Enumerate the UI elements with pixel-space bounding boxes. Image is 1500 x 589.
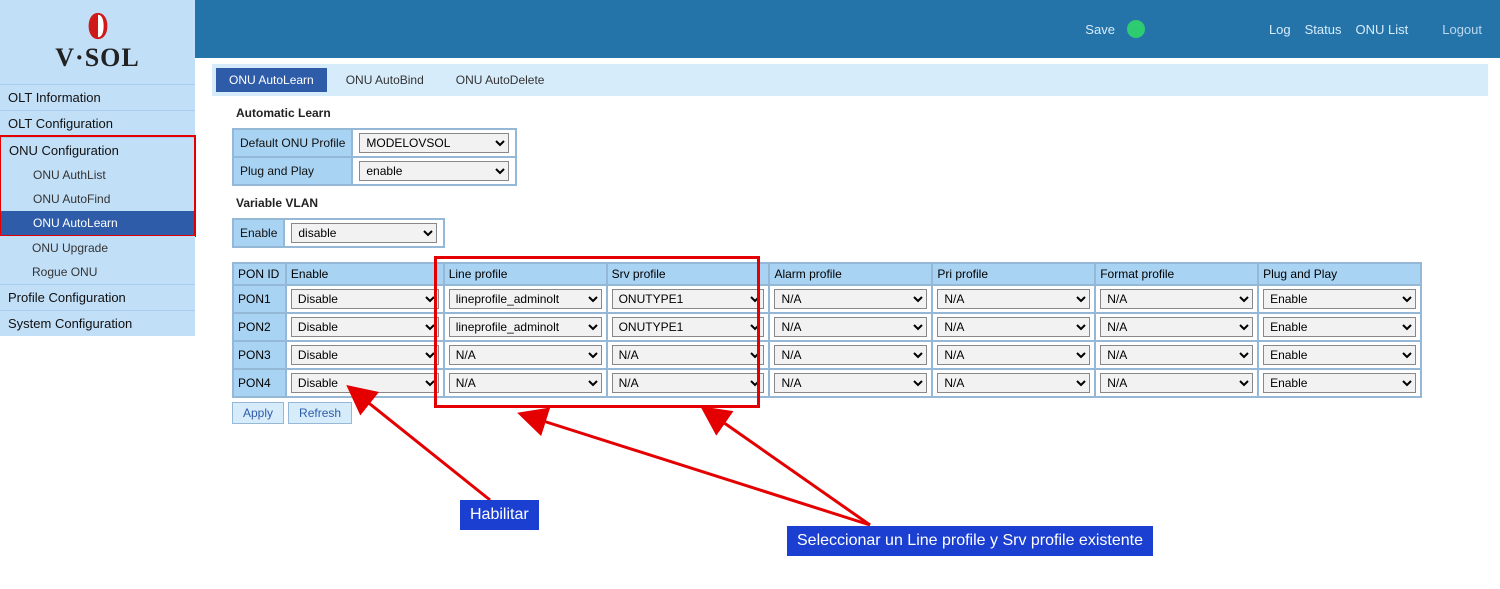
vv-enable-select[interactable]: disable — [291, 223, 437, 243]
table-row: PON2 Disable lineprofile_adminolt ONUTYP… — [233, 313, 1421, 341]
sidebar-item-onu-autolearn[interactable]: ONU AutoLearn — [1, 211, 194, 235]
pon-id-cell: PON1 — [233, 285, 286, 313]
top-header: Save Log Status ONU List Logout — [195, 0, 1500, 58]
alarmprofile-select-pon1[interactable]: N/A — [774, 289, 927, 309]
save-label: Save — [1085, 22, 1115, 37]
lineprofile-select-pon3[interactable]: N/A — [449, 345, 602, 365]
status-link[interactable]: Status — [1305, 22, 1342, 37]
logo-area: V·SOL — [0, 0, 195, 84]
plugplay-select-pon4[interactable]: Enable — [1263, 373, 1416, 393]
logo-text: V·SOL — [55, 43, 139, 73]
pon-id-cell: PON4 — [233, 369, 286, 397]
vv-enable-label: Enable — [233, 219, 284, 247]
priprofile-select-pon1[interactable]: N/A — [937, 289, 1090, 309]
action-button-row: Apply Refresh — [232, 402, 1488, 424]
grid-h-plugandplay: Plug and Play — [1258, 263, 1421, 285]
tab-onu-autodelete[interactable]: ONU AutoDelete — [443, 68, 558, 92]
log-link[interactable]: Log — [1269, 22, 1291, 37]
grid-h-srvprofile: Srv profile — [607, 263, 770, 285]
annotation-label-seleccionar: Seleccionar un Line profile y Srv profil… — [787, 526, 1153, 556]
apply-button[interactable]: Apply — [232, 402, 284, 424]
formatprofile-select-pon1[interactable]: N/A — [1100, 289, 1253, 309]
variable-vlan-title: Variable VLAN — [236, 196, 1488, 210]
srvprofile-select-pon2[interactable]: ONUTYPE1 — [612, 317, 765, 337]
sidebar-item-olt-information[interactable]: OLT Information — [0, 84, 195, 110]
sidebar-item-profile-configuration[interactable]: Profile Configuration — [0, 284, 195, 310]
srvprofile-select-pon3[interactable]: N/A — [612, 345, 765, 365]
plug-and-play-label: Plug and Play — [233, 157, 352, 185]
grid-h-formatprofile: Format profile — [1095, 263, 1258, 285]
grid-h-priprofile: Pri profile — [932, 263, 1095, 285]
tab-onu-autobind[interactable]: ONU AutoBind — [333, 68, 437, 92]
sidebar-item-olt-configuration[interactable]: OLT Configuration — [0, 110, 195, 136]
sidebar-highlight-box: ONU Configuration ONU AuthList ONU AutoF… — [0, 135, 196, 237]
tabs-row: ONU AutoLearn ONU AutoBind ONU AutoDelet… — [212, 64, 1488, 96]
enable-select-pon3[interactable]: Disable — [291, 345, 439, 365]
automatic-learn-title: Automatic Learn — [236, 106, 1488, 120]
enable-select-pon4[interactable]: Disable — [291, 373, 439, 393]
logout-link[interactable]: Logout — [1442, 22, 1482, 37]
alarmprofile-select-pon4[interactable]: N/A — [774, 373, 927, 393]
table-row: PON1 Disable lineprofile_adminolt ONUTYP… — [233, 285, 1421, 313]
pon-id-cell: PON2 — [233, 313, 286, 341]
variable-vlan-table: Enable disable — [232, 218, 445, 248]
sidebar-item-onu-authlist[interactable]: ONU AuthList — [1, 163, 194, 187]
logo-icon — [83, 11, 113, 41]
grid-h-lineprofile: Line profile — [444, 263, 607, 285]
sidebar: OLT Information OLT Configuration ONU Co… — [0, 84, 195, 336]
sidebar-item-system-configuration[interactable]: System Configuration — [0, 310, 195, 336]
priprofile-select-pon2[interactable]: N/A — [937, 317, 1090, 337]
table-row: PON3 Disable N/A N/A N/A N/A N/A Enable — [233, 341, 1421, 369]
priprofile-select-pon3[interactable]: N/A — [937, 345, 1090, 365]
pon-id-cell: PON3 — [233, 341, 286, 369]
srvprofile-select-pon4[interactable]: N/A — [612, 373, 765, 393]
save-indicator[interactable]: Save — [1085, 20, 1145, 38]
enable-select-pon1[interactable]: Disable — [291, 289, 439, 309]
annotation-label-habilitar: Habilitar — [460, 500, 539, 530]
default-onu-profile-select[interactable]: MODELOVSOL — [359, 133, 509, 153]
formatprofile-select-pon4[interactable]: N/A — [1100, 373, 1253, 393]
sidebar-item-onu-configuration[interactable]: ONU Configuration — [1, 137, 194, 163]
grid-h-ponid: PON ID — [233, 263, 286, 285]
sidebar-item-onu-upgrade[interactable]: ONU Upgrade — [0, 236, 195, 260]
lineprofile-select-pon4[interactable]: N/A — [449, 373, 602, 393]
sidebar-item-rogue-onu[interactable]: Rogue ONU — [0, 260, 195, 284]
enable-select-pon2[interactable]: Disable — [291, 317, 439, 337]
lineprofile-select-pon2[interactable]: lineprofile_adminolt — [449, 317, 602, 337]
formatprofile-select-pon2[interactable]: N/A — [1100, 317, 1253, 337]
onu-list-link[interactable]: ONU List — [1356, 22, 1409, 37]
default-onu-profile-label: Default ONU Profile — [233, 129, 352, 157]
plugplay-select-pon3[interactable]: Enable — [1263, 345, 1416, 365]
priprofile-select-pon4[interactable]: N/A — [937, 373, 1090, 393]
plugplay-select-pon1[interactable]: Enable — [1263, 289, 1416, 309]
grid-h-alarmprofile: Alarm profile — [769, 263, 932, 285]
srvprofile-select-pon1[interactable]: ONUTYPE1 — [612, 289, 765, 309]
status-dot-icon — [1127, 20, 1145, 38]
grid-h-enable: Enable — [286, 263, 444, 285]
refresh-button[interactable]: Refresh — [288, 402, 352, 424]
tab-onu-autolearn[interactable]: ONU AutoLearn — [216, 68, 327, 92]
alarmprofile-select-pon2[interactable]: N/A — [774, 317, 927, 337]
alarmprofile-select-pon3[interactable]: N/A — [774, 345, 927, 365]
sidebar-item-onu-autofind[interactable]: ONU AutoFind — [1, 187, 194, 211]
pon-grid: PON ID Enable Line profile Srv profile A… — [232, 262, 1422, 398]
table-row: PON4 Disable N/A N/A N/A N/A N/A Enable — [233, 369, 1421, 397]
main-content: ONU AutoLearn ONU AutoBind ONU AutoDelet… — [200, 58, 1500, 589]
automatic-learn-table: Default ONU Profile MODELOVSOL Plug and … — [232, 128, 517, 186]
plug-and-play-select[interactable]: enable — [359, 161, 509, 181]
plugplay-select-pon2[interactable]: Enable — [1263, 317, 1416, 337]
lineprofile-select-pon1[interactable]: lineprofile_adminolt — [449, 289, 602, 309]
formatprofile-select-pon3[interactable]: N/A — [1100, 345, 1253, 365]
